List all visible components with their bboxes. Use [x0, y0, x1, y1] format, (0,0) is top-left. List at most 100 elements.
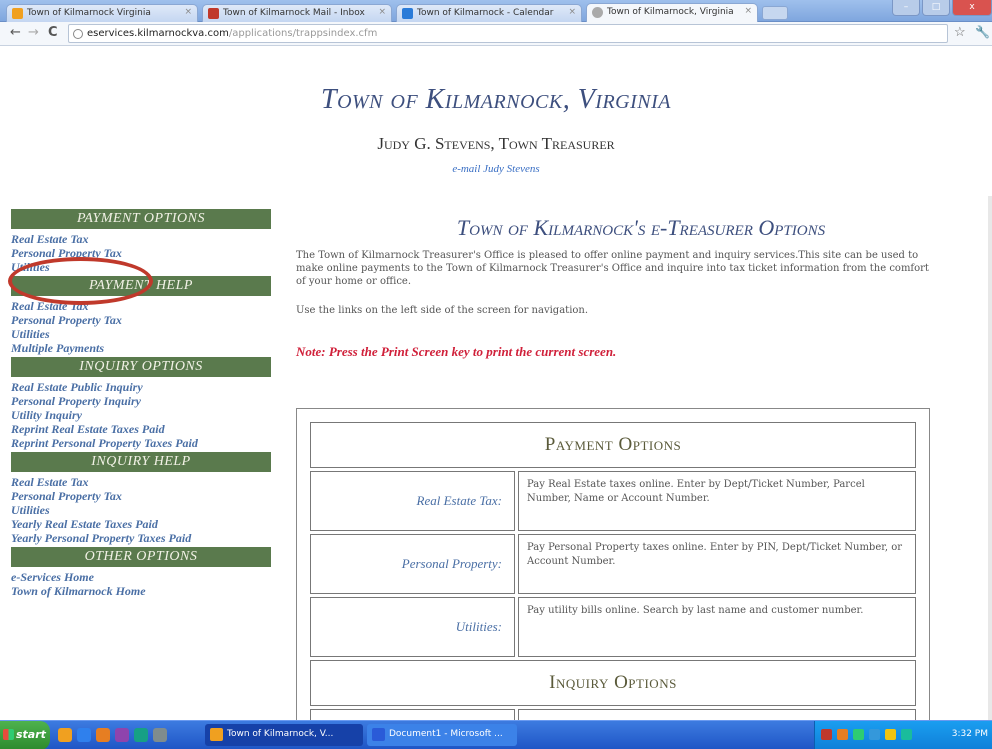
tab-kilmarnock-mail[interactable]: Town of Kilmarnock Mail - Inbox ×	[202, 4, 392, 22]
back-button[interactable]: ←	[10, 25, 21, 40]
start-label: start	[16, 728, 46, 741]
new-tab-button[interactable]	[762, 6, 788, 20]
internet-explorer-icon[interactable]	[77, 728, 91, 742]
tab-close-icon[interactable]: ×	[378, 7, 386, 17]
wrench-icon[interactable]: 🔧	[975, 25, 990, 39]
table-row: Utilities: Pay utility bills online. Sea…	[310, 597, 916, 657]
chrome-icon[interactable]	[58, 728, 72, 742]
tab-kilmarnock-calendar[interactable]: Town of Kilmarnock - Calendar ×	[396, 4, 582, 22]
system-tray: 3:32 PM	[814, 721, 992, 749]
tab-close-icon[interactable]: ×	[184, 7, 192, 17]
option-description: Pay utility bills online. Search by last…	[518, 597, 916, 657]
task-label: Document1 - Microsoft ...	[389, 729, 503, 739]
options-table: Payment Options Real Estate Tax: Pay Rea…	[307, 419, 919, 720]
tab-close-icon[interactable]: ×	[568, 7, 576, 17]
print-note: Note: Press the Print Screen key to prin…	[296, 344, 617, 359]
sidebar-link-personal-property-inquiry[interactable]: Personal Property Inquiry	[11, 394, 271, 408]
sidebar-link-real-estate-public-inquiry[interactable]: Real Estate Public Inquiry	[11, 380, 271, 394]
browser-icon	[210, 728, 223, 741]
sidebar-link-inq-help-personal-property-tax[interactable]: Personal Property Tax	[11, 489, 271, 503]
sidebar-link-help-personal-property-tax[interactable]: Personal Property Tax	[11, 313, 271, 327]
mail-icon	[208, 8, 219, 19]
highlight-ellipse	[8, 257, 153, 305]
inquiry-help-links: Real Estate Tax Personal Property Tax Ut…	[11, 472, 271, 547]
sidebar-link-inq-help-utilities[interactable]: Utilities	[11, 503, 271, 517]
sidebar-link-eservices-home[interactable]: e-Services Home	[11, 570, 271, 584]
sidebar-link-inq-help-real-estate-tax[interactable]: Real Estate Tax	[11, 475, 271, 489]
security-icon[interactable]	[885, 729, 896, 740]
table-row: Personal Property: Pay Personal Property…	[310, 534, 916, 594]
payment-help-links: Real Estate Tax Personal Property Tax Ut…	[11, 296, 271, 357]
taskbar-item-browser[interactable]: Town of Kilmarnock, V...	[205, 724, 363, 746]
table-row: Real Estate Tax: Pay Real Estate taxes o…	[310, 471, 916, 531]
option-link-empty[interactable]	[310, 709, 515, 720]
url-path: /applications/trappsindex.cfm	[228, 28, 378, 39]
sidebar-link-utility-inquiry[interactable]: Utility Inquiry	[11, 408, 271, 422]
treasurer-name: Judy G. Stevens, Town Treasurer	[377, 134, 615, 153]
sidebar-heading-other-options: OTHER OPTIONS	[11, 547, 271, 567]
payment-options-heading: Payment Options	[310, 422, 916, 468]
windows-logo-icon	[3, 729, 14, 740]
inquiry-options-links: Real Estate Public Inquiry Personal Prop…	[11, 377, 271, 452]
vertical-scrollbar[interactable]	[988, 196, 992, 720]
windows-taskbar: start Town of Kilmarnock, V... Document1…	[0, 720, 992, 749]
browser-tab-strip: Town of Kilmarnock Virginia × Town of Ki…	[0, 0, 992, 22]
main-heading: Town of Kilmarnock's e-Treasurer Options	[456, 215, 826, 240]
sidebar-link-yearly-personal-property[interactable]: Yearly Personal Property Taxes Paid	[11, 531, 271, 545]
taskbar-item-word[interactable]: Document1 - Microsoft ...	[367, 724, 517, 746]
media-icon[interactable]	[115, 728, 129, 742]
settings-icon[interactable]	[153, 728, 167, 742]
tab-label: Town of Kilmarnock, Virginia	[607, 7, 734, 17]
outlook-icon[interactable]	[96, 728, 110, 742]
page-title: Town of Kilmarnock, Virginia	[321, 84, 671, 115]
sidebar-heading-inquiry-help: INQUIRY HELP	[11, 452, 271, 472]
page-info-icon	[73, 29, 83, 39]
tab-label: Town of Kilmarnock Mail - Inbox	[223, 8, 365, 18]
sidebar-heading-inquiry-options: INQUIRY OPTIONS	[11, 357, 271, 377]
tab-kilmarnock-active[interactable]: Town of Kilmarnock, Virginia ×	[586, 3, 758, 22]
desktop-icon[interactable]	[134, 728, 148, 742]
option-description: Pay Real Estate taxes online. Enter by D…	[518, 471, 916, 531]
update-icon[interactable]	[869, 729, 880, 740]
inquiry-options-heading: Inquiry Options	[310, 660, 916, 706]
navigation-hint: Use the links on the left side of the sc…	[296, 305, 589, 316]
options-box: Payment Options Real Estate Tax: Pay Rea…	[296, 408, 930, 720]
sidebar-link-kilmarnock-home[interactable]: Town of Kilmarnock Home	[11, 584, 271, 598]
other-options-links: e-Services Home Town of Kilmarnock Home	[11, 567, 271, 600]
option-link-utilities[interactable]: Utilities:	[310, 597, 515, 657]
option-description	[518, 709, 916, 720]
close-window-button[interactable]: x	[952, 0, 992, 16]
sidebar-link-real-estate-tax[interactable]: Real Estate Tax	[11, 232, 271, 246]
sidebar-link-personal-property-tax[interactable]: Personal Property Tax	[11, 246, 271, 260]
reload-button[interactable]: C	[48, 25, 58, 40]
window-controls: – □ x	[890, 0, 992, 18]
volume-icon[interactable]	[853, 729, 864, 740]
url-host: eservices.kilmarnockva.com	[87, 28, 229, 39]
sidebar-link-reprint-real-estate[interactable]: Reprint Real Estate Taxes Paid	[11, 422, 271, 436]
forward-button[interactable]: →	[28, 25, 39, 40]
minimize-button[interactable]: –	[892, 0, 920, 16]
tab-label: Town of Kilmarnock - Calendar	[417, 8, 554, 18]
option-link-real-estate-tax[interactable]: Real Estate Tax:	[310, 471, 515, 531]
page-content: Town of Kilmarnock, Virginia Judy G. Ste…	[0, 46, 992, 720]
tab-close-icon[interactable]: ×	[744, 6, 752, 16]
sync-icon[interactable]	[901, 729, 912, 740]
email-treasurer-link[interactable]: e-mail Judy Stevens	[0, 163, 992, 175]
network-icon[interactable]	[837, 729, 848, 740]
address-bar[interactable]: eservices.kilmarnockva.com/applications/…	[68, 24, 948, 43]
sidebar-link-yearly-real-estate[interactable]: Yearly Real Estate Taxes Paid	[11, 517, 271, 531]
sidebar-link-help-multiple-payments[interactable]: Multiple Payments	[11, 341, 271, 355]
task-label: Town of Kilmarnock, V...	[227, 729, 334, 739]
page-favicon-icon	[592, 7, 603, 18]
page-favicon-icon	[12, 8, 23, 19]
word-icon	[372, 728, 385, 741]
option-link-personal-property[interactable]: Personal Property:	[310, 534, 515, 594]
main-content: Town of Kilmarnock's e-Treasurer Options…	[296, 209, 946, 360]
bookmark-star-icon[interactable]: ☆	[954, 25, 966, 40]
start-button[interactable]: start	[0, 721, 50, 749]
tab-kilmarnock-virginia[interactable]: Town of Kilmarnock Virginia ×	[6, 4, 198, 22]
sidebar-link-help-utilities[interactable]: Utilities	[11, 327, 271, 341]
antivirus-icon[interactable]	[821, 729, 832, 740]
maximize-button[interactable]: □	[922, 0, 950, 16]
sidebar-link-reprint-personal-property[interactable]: Reprint Personal Property Taxes Paid	[11, 436, 271, 450]
